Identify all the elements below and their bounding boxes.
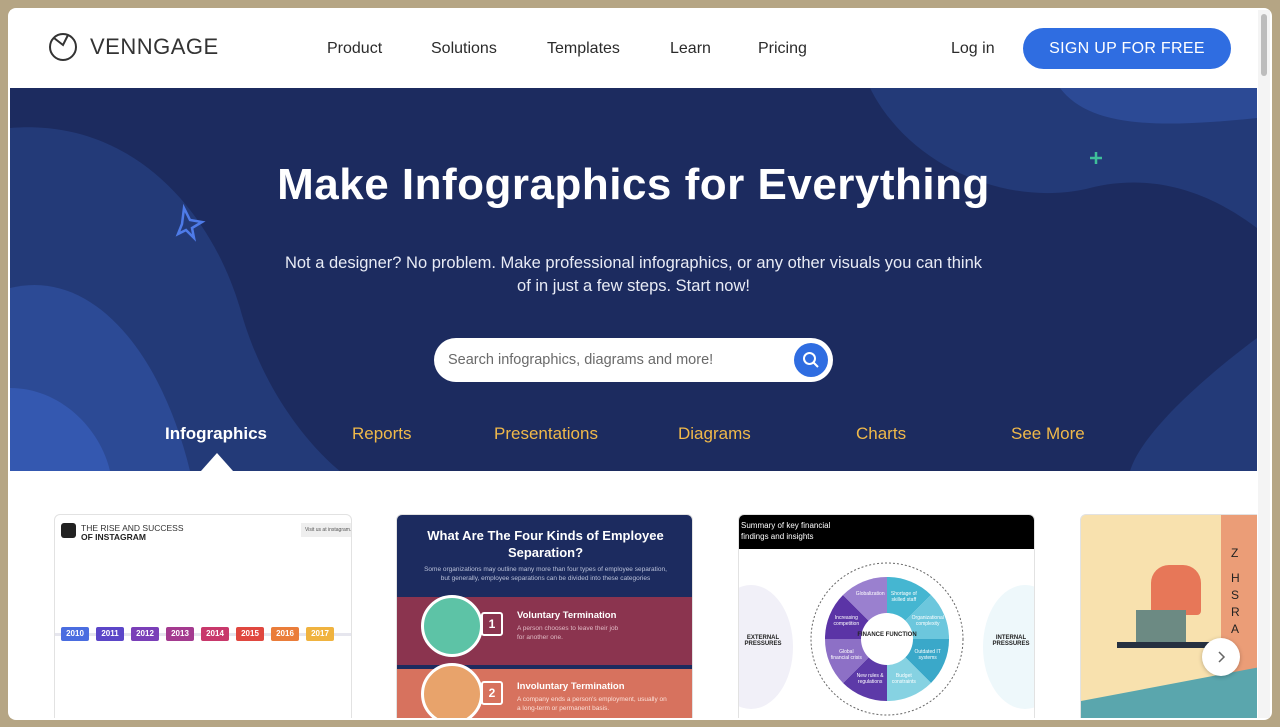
chevron-right-icon	[1218, 651, 1226, 663]
card-title-fragment: ZHSRA	[1231, 545, 1257, 638]
tab-charts[interactable]: Charts	[856, 424, 906, 444]
scrollbar[interactable]	[1258, 10, 1270, 718]
nav-product[interactable]: Product	[327, 40, 382, 58]
search-bar	[434, 338, 833, 382]
card-title: What Are The Four Kinds of Employee Sepa…	[427, 528, 664, 560]
tab-reports[interactable]: Reports	[352, 424, 412, 444]
timeline-year: 2010	[61, 627, 89, 641]
tab-see-more[interactable]: See More	[1011, 424, 1085, 444]
logo[interactable]: VENNGAGE	[48, 32, 219, 62]
timeline-year: 2016	[271, 627, 299, 641]
scrollbar-thumb[interactable]	[1261, 14, 1267, 76]
title-letter: S	[1231, 588, 1240, 602]
wheel-segment-label: Shortage of skilled staff	[890, 591, 917, 604]
card-title: Summary of key financial findings and in…	[741, 521, 831, 541]
wheel-segment-label: Outdated IT systems	[914, 648, 941, 661]
item-title: Involuntary Termination	[517, 681, 625, 692]
timeline-year: 2013	[166, 627, 194, 641]
venngage-logo-icon	[49, 33, 77, 61]
logo-text: VENNGAGE	[90, 34, 219, 59]
external-pressures-label: EXTERNAL PRESSURES	[744, 635, 782, 647]
wheel-segment-label: Globalization	[855, 591, 885, 598]
person-illustration	[1151, 565, 1201, 615]
browser-window: VENNGAGE Product Solutions Templates Lea…	[8, 8, 1272, 720]
decor-circle	[739, 585, 793, 709]
item-number: 2	[481, 681, 503, 705]
timeline-year: 2014	[201, 627, 229, 641]
timeline-year: 2012	[131, 627, 159, 641]
timeline-year: 2017	[306, 627, 334, 641]
timeline-year: 2011	[96, 627, 124, 641]
template-card-remote-work[interactable]: ZHSRA	[1080, 514, 1257, 718]
item-text: A company ends a person's employment, us…	[517, 696, 667, 712]
wheel-segment-label: Organizational complexity	[911, 615, 944, 628]
person-illustration	[421, 663, 483, 718]
site-header: VENNGAGE Product Solutions Templates Lea…	[10, 10, 1257, 88]
signup-button[interactable]: SIGN UP FOR FREE	[1023, 28, 1231, 69]
title-letter: H	[1231, 571, 1240, 585]
card-link: Visit us at instagram.com	[301, 523, 351, 537]
card-intro: Some organizations may outline many more…	[424, 566, 667, 582]
nav-pricing[interactable]: Pricing	[758, 40, 807, 58]
hero: Make Infographics for Everything Not a d…	[10, 88, 1257, 471]
login-link[interactable]: Log in	[951, 40, 995, 58]
tab-diagrams[interactable]: Diagrams	[678, 424, 751, 444]
nav-templates[interactable]: Templates	[547, 40, 620, 58]
desk-illustration	[1117, 642, 1217, 648]
internal-pressures-label: INTERNAL PRESSURES	[992, 635, 1030, 647]
wheel-segment-label: Budget constraints	[891, 672, 916, 685]
item-title: Voluntary Termination	[517, 610, 617, 621]
person-illustration	[421, 595, 483, 657]
nav-solutions[interactable]: Solutions	[431, 40, 497, 58]
item-text: A person chooses to leave their job for …	[517, 625, 619, 641]
laptop-illustration	[1136, 610, 1186, 642]
carousel-next-button[interactable]	[1202, 638, 1240, 676]
active-tab-indicator	[201, 453, 233, 471]
wheel-segment-label: Increasing competition	[833, 615, 860, 628]
nav-learn[interactable]: Learn	[670, 40, 711, 58]
search-button[interactable]	[794, 343, 828, 377]
page: VENNGAGE Product Solutions Templates Lea…	[10, 10, 1257, 718]
template-card-finance[interactable]: Summary of key financial findings and in…	[738, 514, 1035, 718]
title-letter: Z	[1231, 546, 1239, 560]
search-input[interactable]	[448, 338, 778, 382]
wheel-segment-label: Global financial crisis	[830, 648, 862, 661]
item-number: 1	[481, 612, 503, 636]
template-card-employee-separation[interactable]: What Are The Four Kinds of Employee Sepa…	[396, 514, 693, 718]
camera-icon	[61, 523, 76, 538]
search-icon	[803, 352, 819, 368]
title-letter: A	[1231, 622, 1240, 636]
tab-infographics[interactable]: Infographics	[165, 424, 267, 444]
tab-presentations[interactable]: Presentations	[494, 424, 598, 444]
hero-title: Make Infographics for Everything	[277, 160, 990, 209]
hero-subtitle: Not a designer? No problem. Make profess…	[284, 254, 983, 295]
card-title: OF INSTAGRAM	[81, 532, 147, 542]
wheel-center-label: FINANCE FUNCTION	[857, 632, 917, 638]
template-card-instagram[interactable]: THE RISE AND SUCCESS OF INSTAGRAM Visit …	[54, 514, 352, 718]
decor-circle	[983, 585, 1034, 709]
timeline-year: 2015	[236, 627, 264, 641]
wheel-segment-label: New rules & regulations	[856, 672, 884, 685]
title-letter: R	[1231, 605, 1240, 619]
